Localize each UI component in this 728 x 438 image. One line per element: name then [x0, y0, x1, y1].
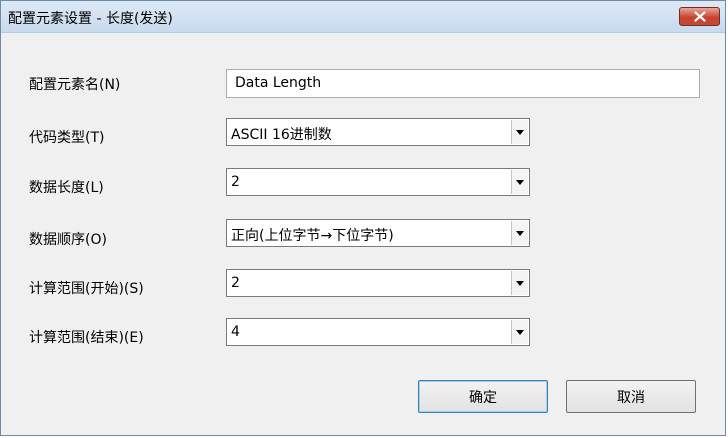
cancel-button[interactable]: 取消: [566, 380, 696, 413]
ok-button[interactable]: 确定: [418, 380, 548, 413]
chevron-down-icon: [516, 130, 524, 135]
range-start-label: 计算范围(开始)(S): [29, 281, 144, 297]
data-order-label: 数据顺序(O): [29, 232, 107, 248]
chevron-down-icon: [516, 330, 524, 335]
element-name-input[interactable]: Data Length: [226, 69, 700, 98]
window-title: 配置元素设置 - 长度(发送): [8, 11, 173, 27]
range-end-label: 计算范围(结束)(E): [29, 330, 144, 346]
code-type-select[interactable]: ASCII 16进制数: [226, 118, 530, 146]
close-icon: [694, 11, 706, 22]
close-button[interactable]: [679, 7, 720, 26]
code-type-value: ASCII 16进制数: [231, 127, 332, 143]
data-length-label: 数据长度(L): [29, 180, 104, 196]
data-length-select[interactable]: 2: [226, 168, 530, 196]
chevron-down-icon: [516, 281, 524, 286]
range-end-value: 4: [231, 324, 240, 340]
settings-dialog: 配置元素设置 - 长度(发送) 配置元素名(N) Data Length 代码类…: [0, 0, 726, 436]
chevron-down-icon: [516, 231, 524, 236]
range-end-select[interactable]: 4: [226, 318, 530, 346]
range-start-select[interactable]: 2: [226, 269, 530, 297]
data-length-value: 2: [231, 174, 240, 190]
range-start-value: 2: [231, 275, 240, 291]
chevron-down-icon: [516, 180, 524, 185]
code-type-label: 代码类型(T): [29, 130, 105, 146]
title-bar[interactable]: 配置元素设置 - 长度(发送): [1, 1, 725, 33]
range-start-dropdown-button[interactable]: [511, 271, 528, 295]
code-type-dropdown-button[interactable]: [511, 120, 528, 144]
range-end-dropdown-button[interactable]: [511, 320, 528, 344]
data-order-dropdown-button[interactable]: [511, 221, 528, 245]
element-name-label: 配置元素名(N): [29, 77, 121, 93]
data-length-dropdown-button[interactable]: [511, 170, 528, 194]
data-order-select[interactable]: 正向(上位字节→下位字节): [226, 219, 530, 247]
data-order-value: 正向(上位字节→下位字节): [231, 228, 394, 244]
